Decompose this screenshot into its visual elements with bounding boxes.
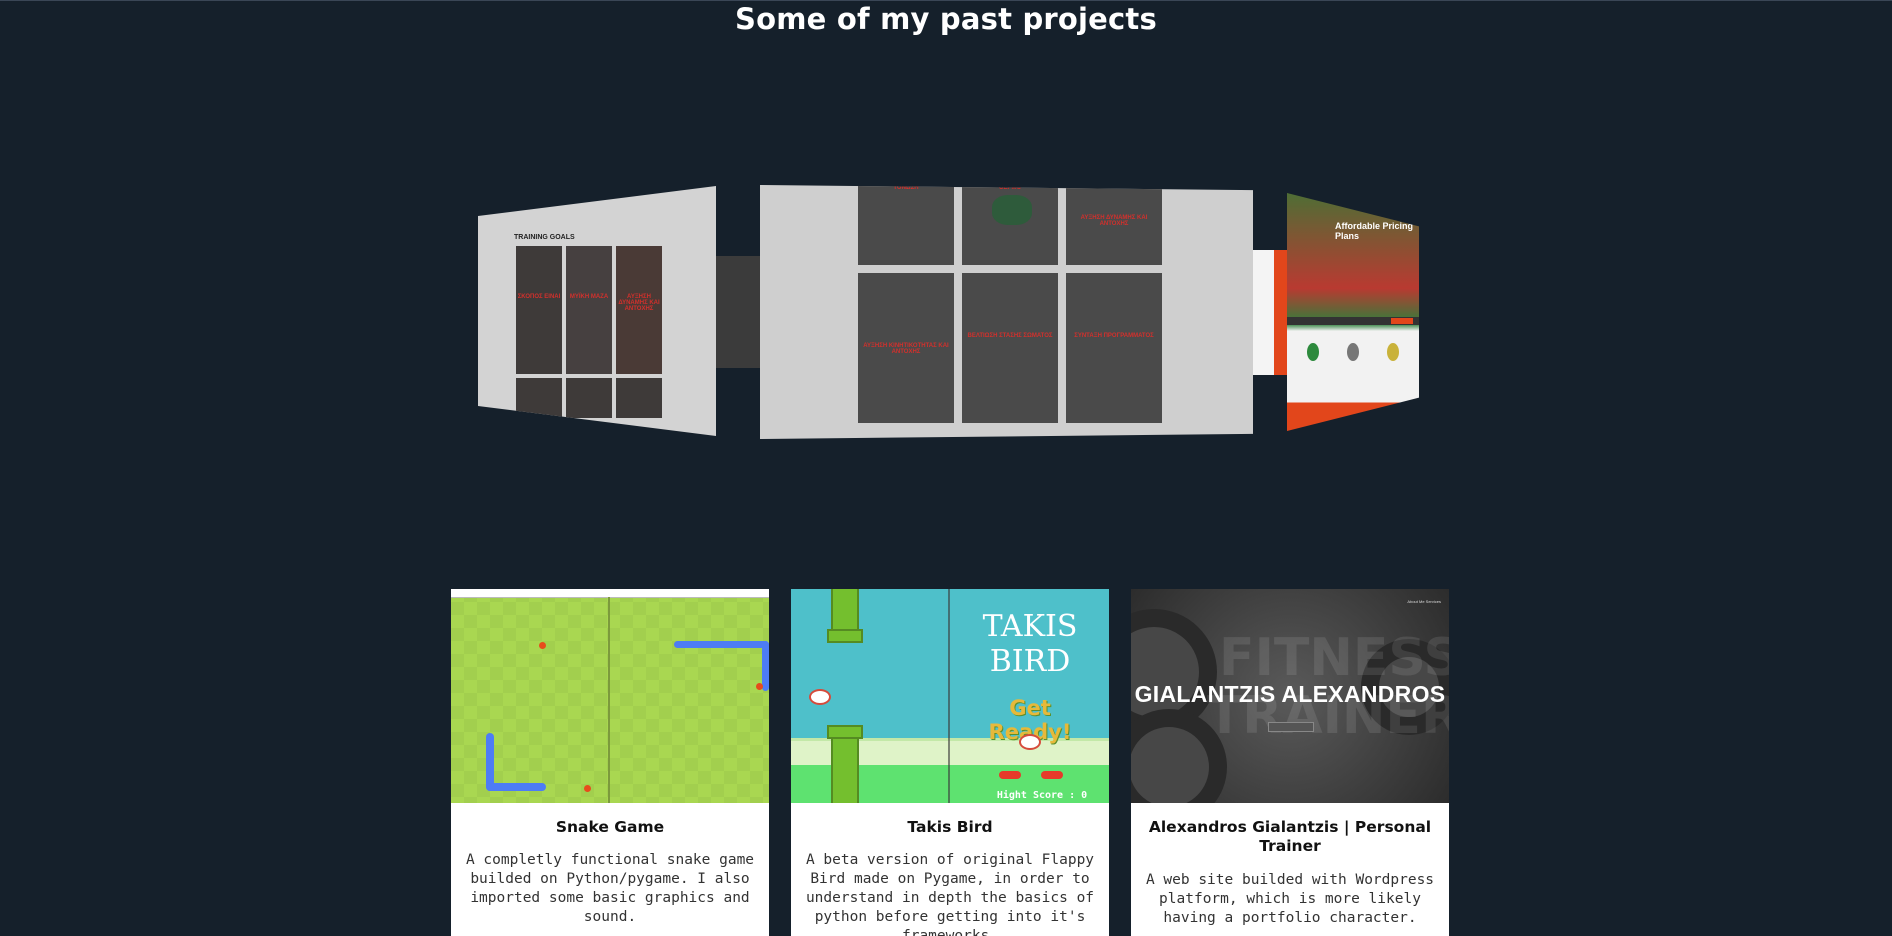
goal-tile xyxy=(616,378,662,418)
goal-tile-label: ΣΚΟΠΟΣ ΕΙΝΑΙ xyxy=(517,294,561,300)
window-titlebar xyxy=(451,589,769,598)
service-tile: ΑΥΞΗΣΗ ΚΙΝΗΤΙΚΟΤΗΤΑΣ ΚΑΙ ΑΝΤΟΧΗΣ xyxy=(858,273,954,423)
card-title: Takis Bird xyxy=(907,818,993,836)
pipe-cap xyxy=(827,629,863,643)
carousel-panel-right[interactable]: Affordable Pricing Plans xyxy=(1287,193,1419,431)
apple-icon xyxy=(539,642,546,649)
nav-button xyxy=(1391,318,1413,324)
goal-tile: ΣΚΟΠΟΣ ΕΙΝΑΙ xyxy=(516,246,562,374)
takis-bird-image[interactable]: TAKIS BIRD Get Ready! Hight Score : 0 xyxy=(791,589,1109,803)
service-tile: ΒΕΛΤΙΩΣΗ ΣΤΑΣΗΣ ΣΩΜΑΤΟΣ xyxy=(962,273,1058,423)
image-divider xyxy=(948,589,950,803)
card-title: Snake Game xyxy=(555,818,665,836)
personal-trainer-image[interactable]: FITNESS TRAINER About Me Services GIALAN… xyxy=(1131,589,1449,803)
carousel-back-panel-right[interactable] xyxy=(1252,250,1288,375)
carousel-back-panel-left[interactable] xyxy=(716,256,761,368)
service-tile: ΘΕΡΜΟ xyxy=(962,185,1058,265)
bulb-icon xyxy=(1387,343,1399,361)
project-carousel[interactable]: TRAINING GOALS ΣΚΟΠΟΣ ΕΙΝΑΙ ΜΥΪΚΗ ΜΑΖΑ Α… xyxy=(0,0,1892,470)
services-grid: ΤΟΝΩΣΗ ΘΕΡΜΟ ΑΥΞΗΣΗ ΔΥΝΑΜΗΣ ΚΑΙ ΑΝΤΟΧΗΣ … xyxy=(858,185,1168,423)
goal-tile-label: ΜΥΪΚΗ ΜΑΖΑ xyxy=(569,294,609,300)
service-tile: ΣΥΝΤΑΞΗ ΠΡΟΓΡΑΜΜΑΤΟΣ xyxy=(1066,273,1162,423)
snake-body xyxy=(674,641,769,648)
service-tile-label: ΣΥΝΤΑΞΗ ΠΡΟΓΡΑΜΜΑΤΟΣ xyxy=(1074,333,1154,339)
carousel-panel-left[interactable]: TRAINING GOALS ΣΚΟΠΟΣ ΕΙΝΑΙ ΜΥΪΚΗ ΜΑΖΑ Α… xyxy=(478,186,716,436)
snake-body xyxy=(762,641,769,691)
pipe-cap xyxy=(827,725,863,739)
project-card-personal-trainer[interactable]: FITNESS TRAINER About Me Services GIALAN… xyxy=(1131,589,1449,936)
card-title: Alexandros Gialantzis | Personal Trainer xyxy=(1148,818,1432,855)
goal-tile: ΑΥΞΗΣΗ ΔΥΝΑΜΗΣ ΚΑΙ ΑΝΤΟΧΗΣ xyxy=(616,246,662,374)
service-tile-label: ΤΟΝΩΣΗ xyxy=(893,185,919,191)
tool-icon xyxy=(1347,343,1359,361)
panel-heading: TRAINING GOALS xyxy=(514,234,575,241)
bird-icon xyxy=(809,689,831,705)
carousel-panel-center[interactable]: ΤΟΝΩΣΗ ΘΕΡΜΟ ΑΥΞΗΣΗ ΔΥΝΑΜΗΣ ΚΑΙ ΑΝΤΟΧΗΣ … xyxy=(760,185,1253,439)
apple-icon xyxy=(584,785,591,792)
project-card-takis-bird[interactable]: TAKIS BIRD Get Ready! Hight Score : 0 Ta… xyxy=(791,589,1109,936)
snake-game-image[interactable] xyxy=(451,589,769,803)
panel-heading: Affordable Pricing Plans xyxy=(1335,221,1414,241)
tap-right-icon xyxy=(1041,771,1063,779)
high-score-text: Hight Score : 0 xyxy=(996,790,1088,801)
apple-icon xyxy=(756,683,763,690)
bird-icon xyxy=(1019,734,1041,750)
service-tile: ΤΟΝΩΣΗ xyxy=(858,185,954,265)
site-nav: About Me Services xyxy=(1407,599,1441,604)
card-description: A web site builded with Wordpress platfo… xyxy=(1145,872,1435,926)
dumbbell-icon xyxy=(992,195,1032,225)
goal-tile: ΜΥΪΚΗ ΜΑΖΑ xyxy=(566,246,612,374)
project-card-snake-game[interactable]: Snake Game A completly functional snake … xyxy=(451,589,769,936)
tap-left-icon xyxy=(999,771,1021,779)
orange-strip xyxy=(1274,250,1288,375)
card-description: A beta version of original Flappy Bird m… xyxy=(805,852,1095,936)
game-logo: TAKIS BIRD xyxy=(982,609,1078,679)
card-description: A completly functional snake game builde… xyxy=(465,852,755,925)
goal-tile xyxy=(516,378,562,418)
project-cards: Snake Game A completly functional snake … xyxy=(451,589,1449,936)
goal-tile xyxy=(566,378,612,418)
snake-body xyxy=(486,783,546,791)
hero-name: GIALANTZIS ALEXANDROS xyxy=(1134,681,1446,707)
service-tile-label: ΒΕΛΤΙΩΣΗ ΣΤΑΣΗΣ ΣΩΜΑΤΟΣ xyxy=(967,333,1053,339)
game-board xyxy=(451,589,769,803)
service-tile: ΑΥΞΗΣΗ ΔΥΝΑΜΗΣ ΚΑΙ ΑΝΤΟΧΗΣ xyxy=(1066,185,1162,265)
hero-button xyxy=(1268,722,1314,732)
goal-tile-label: ΑΥΞΗΣΗ ΔΥΝΑΜΗΣ ΚΑΙ ΑΝΤΟΧΗΣ xyxy=(618,294,660,312)
feature-item xyxy=(1381,343,1405,373)
feature-item xyxy=(1341,343,1365,373)
training-goals-grid: ΣΚΟΠΟΣ ΕΙΝΑΙ ΜΥΪΚΗ ΜΑΖΑ ΑΥΞΗΣΗ ΔΥΝΑΜΗΣ Κ… xyxy=(516,246,662,418)
image-divider xyxy=(608,597,610,803)
service-tile-label: ΑΥΞΗΣΗ ΔΥΝΑΜΗΣ ΚΑΙ ΑΝΤΟΧΗΣ xyxy=(1080,215,1148,227)
feature-item xyxy=(1301,343,1325,373)
service-tile-label: ΘΕΡΜΟ xyxy=(998,185,1022,191)
leaf-icon xyxy=(1307,343,1319,361)
service-tile-label: ΑΥΞΗΣΗ ΚΙΝΗΤΙΚΟΤΗΤΑΣ ΚΑΙ ΑΝΤΟΧΗΣ xyxy=(863,343,949,355)
